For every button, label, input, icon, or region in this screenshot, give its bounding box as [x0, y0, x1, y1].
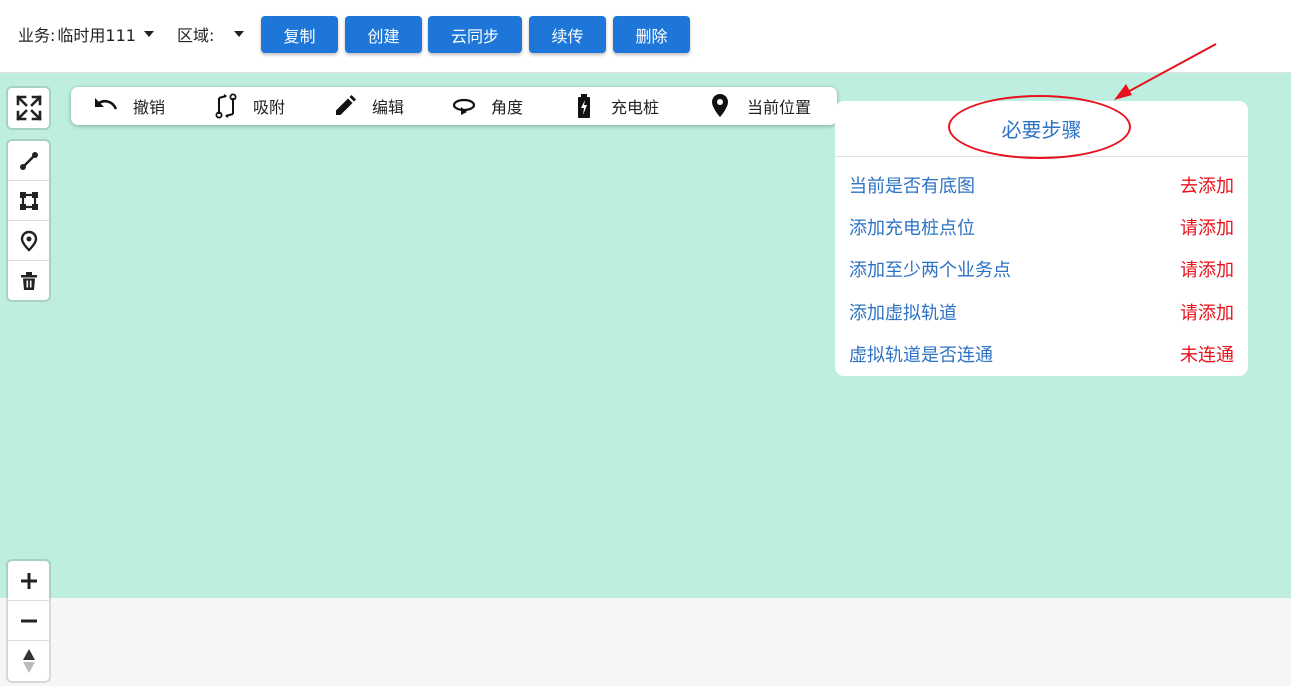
step-label: 添加充电桩点位 [849, 218, 975, 239]
current-position-tool[interactable]: 当前位置 [707, 87, 811, 125]
undo-icon [93, 93, 119, 119]
delete-feature-button[interactable] [8, 261, 49, 301]
undo-label: 撤销 [133, 98, 166, 117]
step-label: 添加至少两个业务点 [849, 260, 1011, 281]
line-icon [19, 151, 38, 170]
step-status-link[interactable]: 请添加 [1180, 256, 1234, 282]
current-position-label: 当前位置 [747, 98, 812, 117]
step-row: 当前是否有底图 去添加 [849, 173, 1234, 197]
step-row: 添加虚拟轨道 请添加 [849, 300, 1234, 324]
minus-icon [20, 619, 37, 622]
angle-tool[interactable]: 角度 [451, 87, 523, 125]
expand-arrows-icon [15, 95, 42, 121]
step-row: 虚拟轨道是否连通 未连通 [849, 342, 1234, 366]
step-status-link[interactable]: 未连通 [1180, 341, 1234, 367]
location-pin-icon [707, 93, 733, 119]
step-label: 当前是否有底图 [849, 176, 975, 197]
step-row: 添加至少两个业务点 请添加 [849, 257, 1234, 281]
resume-upload-button[interactable]: 续传 [529, 16, 606, 53]
edit-tool[interactable]: 编辑 [332, 87, 404, 125]
chevron-down-icon [234, 31, 245, 37]
business-value: 临时用111 [57, 26, 136, 45]
reset-bearing-button[interactable] [8, 641, 49, 681]
edit-label: 编辑 [372, 98, 405, 117]
map-toolbar: 撤销 吸附 编辑 角度 充电桩 当前位置 [71, 87, 837, 125]
trash-icon [20, 272, 37, 290]
annotation-arrow-icon [1114, 43, 1217, 100]
region-label: 区域: [177, 26, 215, 45]
business-label: 业务: [18, 26, 56, 45]
pencil-icon [332, 93, 358, 119]
required-steps-panel: 必要步骤 当前是否有底图 去添加 添加充电桩点位 请添加 添加至少两个业务点 请… [835, 95, 1248, 376]
step-label: 添加虚拟轨道 [849, 303, 957, 324]
marker-icon [20, 230, 37, 252]
business-select[interactable]: 业务: 临时用111 [18, 22, 154, 46]
plus-icon [20, 572, 37, 589]
snap-tool[interactable]: 吸附 [213, 87, 285, 125]
map-footer-area [0, 598, 1291, 686]
fullscreen-button[interactable] [8, 88, 49, 128]
cloud-sync-button[interactable]: 云同步 [428, 16, 522, 53]
snap-label: 吸附 [253, 98, 286, 117]
create-button[interactable]: 创建 [345, 16, 422, 53]
polygon-icon [19, 191, 38, 210]
step-label: 虚拟轨道是否连通 [849, 345, 993, 366]
step-status-link[interactable]: 去添加 [1180, 172, 1234, 198]
step-status-link[interactable]: 请添加 [1180, 214, 1234, 240]
draw-controls [8, 141, 49, 300]
zoom-in-button[interactable] [8, 561, 49, 601]
charging-pile-label: 充电桩 [611, 98, 660, 117]
fullscreen-control [8, 88, 49, 128]
zoom-controls [8, 561, 49, 681]
step-status-link[interactable]: 请添加 [1180, 299, 1234, 325]
undo-tool[interactable]: 撤销 [93, 87, 165, 125]
draw-polygon-button[interactable] [8, 181, 49, 221]
top-bar: 业务: 临时用111 区域: 复制 创建 云同步 续传 删除 [0, 0, 1291, 73]
draw-marker-button[interactable] [8, 221, 49, 261]
charging-pile-tool[interactable]: 充电桩 [571, 87, 659, 125]
rotate-icon [451, 93, 477, 119]
battery-charging-icon [571, 93, 597, 119]
draw-line-button[interactable] [8, 141, 49, 181]
compass-icon [22, 649, 35, 673]
copy-button[interactable]: 复制 [261, 16, 338, 53]
step-row: 添加充电桩点位 请添加 [849, 215, 1234, 239]
zoom-out-button[interactable] [8, 601, 49, 641]
angle-label: 角度 [491, 98, 524, 117]
snap-icon [213, 93, 239, 119]
chevron-down-icon [143, 31, 154, 37]
region-select[interactable]: 区域: [177, 22, 245, 46]
delete-button[interactable]: 删除 [613, 16, 690, 53]
